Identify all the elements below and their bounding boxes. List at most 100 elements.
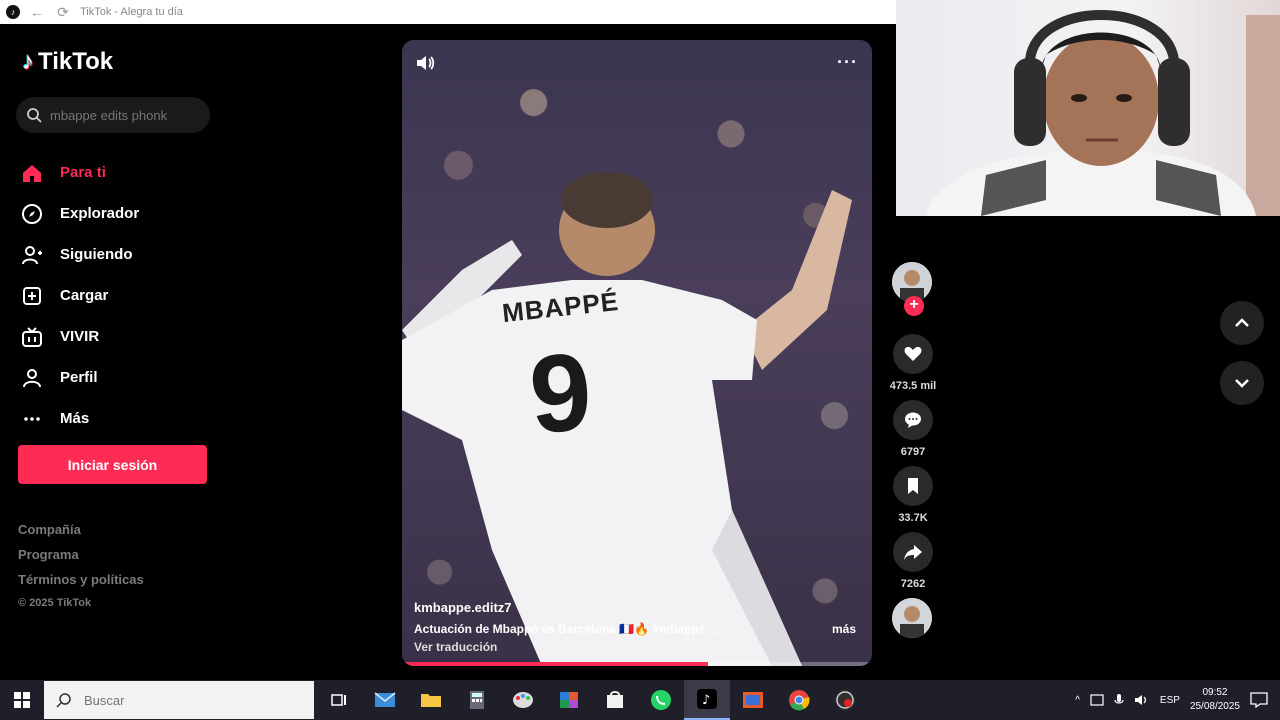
task-view-icon xyxy=(331,694,346,706)
webcam-person xyxy=(926,10,1280,216)
mail-icon xyxy=(374,692,396,707)
back-icon[interactable]: ← xyxy=(28,4,46,20)
taskbar-mail[interactable] xyxy=(362,680,408,720)
next-video-button[interactable] xyxy=(1220,361,1264,405)
login-button[interactable]: Iniciar sesión xyxy=(18,445,207,484)
taskbar-file-explorer[interactable] xyxy=(408,680,454,720)
footer-link-program[interactable]: Programa xyxy=(18,547,144,572)
tray-chevron-up-icon[interactable]: ^ xyxy=(1075,695,1080,706)
calculator-icon xyxy=(470,691,484,709)
footer-links: Compañía Programa Términos y políticas ©… xyxy=(18,522,144,615)
system-tray: ^ ESP 09:52 25/08/2025 xyxy=(1075,680,1280,720)
video-player[interactable]: MBAPPÉ 9 ··· kmbappe.editz7 Actuación de… xyxy=(402,40,872,666)
window-title: TikTok - Alegra tu día xyxy=(80,6,183,18)
comment-action[interactable]: 6797 xyxy=(888,400,938,458)
chevron-up-icon xyxy=(1235,318,1249,327)
sidebar-item-label: Siguiendo xyxy=(60,246,133,263)
office-icon xyxy=(560,692,578,708)
volume-icon[interactable] xyxy=(414,52,436,74)
sidebar-item-mas[interactable]: Más xyxy=(20,398,139,439)
footer-link-terms[interactable]: Términos y políticas xyxy=(18,572,144,597)
taskbar-chrome[interactable] xyxy=(776,680,822,720)
search-box[interactable] xyxy=(16,97,210,133)
notifications-icon[interactable] xyxy=(1250,692,1268,708)
photos-icon xyxy=(743,692,763,708)
whatsapp-icon xyxy=(651,690,671,710)
video-actions: + 473.5 mil 6797 33.7K 7262 xyxy=(888,262,938,638)
sidebar-item-cargar[interactable]: Cargar xyxy=(20,275,139,316)
video-caption-row: Actuación de Mbappé vs Barcelona 🇫🇷🔥 #mb… xyxy=(414,622,860,636)
clock-date: 25/08/2025 xyxy=(1189,701,1240,712)
clock-time: 09:52 xyxy=(1202,687,1228,698)
paint-icon xyxy=(513,692,533,708)
compass-icon xyxy=(20,202,44,226)
video-username[interactable]: kmbappe.editz7 xyxy=(414,600,860,615)
music-disc-avatar[interactable] xyxy=(892,598,932,638)
taskbar-tiktok[interactable]: ♪ xyxy=(684,680,730,720)
taskbar-store[interactable] xyxy=(592,680,638,720)
sidebar-nav: Para ti Explorador Siguiendo Cargar VIVI… xyxy=(20,152,139,439)
share-icon[interactable] xyxy=(893,532,933,572)
task-view-button[interactable] xyxy=(316,680,362,720)
live-icon xyxy=(20,325,44,349)
following-icon xyxy=(20,243,44,267)
previous-video-button[interactable] xyxy=(1220,301,1264,345)
taskbar-photos[interactable] xyxy=(730,680,776,720)
like-count: 473.5 mil xyxy=(889,380,937,392)
tablet-icon[interactable] xyxy=(1090,694,1104,706)
like-action[interactable]: 473.5 mil xyxy=(888,334,938,392)
sidebar-item-siguiendo[interactable]: Siguiendo xyxy=(20,234,139,275)
tiktok-app-icon: ♪ xyxy=(6,5,20,19)
tiktok-logo[interactable]: ♪ TikTok xyxy=(22,48,113,76)
tiktok-icon: ♪ xyxy=(697,689,717,709)
sidebar-item-label: Cargar xyxy=(60,287,109,304)
sidebar-item-para-ti[interactable]: Para ti xyxy=(20,152,139,193)
caption-more-button[interactable]: más xyxy=(832,622,856,636)
more-icon xyxy=(20,407,44,431)
sidebar-item-label: Explorador xyxy=(60,205,140,222)
comment-icon[interactable] xyxy=(893,400,933,440)
sidebar-item-perfil[interactable]: Perfil xyxy=(20,357,139,398)
video-progress-bar[interactable] xyxy=(402,662,872,666)
sidebar-item-label: VIVIR xyxy=(60,328,100,345)
footer-link-company[interactable]: Compañía xyxy=(18,522,144,547)
video-options-icon[interactable]: ··· xyxy=(837,52,858,73)
video-caption: Actuación de Mbappé vs Barcelona 🇫🇷🔥 #mb… xyxy=(414,622,719,636)
search-input[interactable] xyxy=(50,107,200,123)
taskbar-search[interactable] xyxy=(44,681,314,719)
profile-icon xyxy=(20,366,44,390)
obs-icon xyxy=(835,690,855,710)
taskbar-calculator[interactable] xyxy=(454,680,500,720)
windows-start-button[interactable] xyxy=(0,680,44,720)
taskbar-search-input[interactable] xyxy=(84,692,284,708)
sidebar-item-vivir[interactable]: VIVIR xyxy=(20,316,139,357)
heart-icon[interactable] xyxy=(893,334,933,374)
translate-link[interactable]: Ver traducción xyxy=(414,640,860,654)
save-action[interactable]: 33.7K xyxy=(888,466,938,524)
share-action[interactable]: 7262 xyxy=(888,532,938,590)
taskbar-paint[interactable] xyxy=(500,680,546,720)
refresh-icon[interactable]: ⟳ xyxy=(54,4,72,21)
folder-icon xyxy=(421,694,441,707)
sidebar-item-explorador[interactable]: Explorador xyxy=(20,193,139,234)
search-icon xyxy=(27,108,42,123)
taskbar-office[interactable] xyxy=(546,680,592,720)
sidebar-item-label: Para ti xyxy=(60,164,106,181)
taskbar-obs[interactable] xyxy=(822,680,868,720)
sidebar-item-label: Más xyxy=(60,410,90,427)
store-icon xyxy=(607,691,623,708)
tiktok-note-icon: ♪ xyxy=(22,48,34,75)
windows-logo-icon xyxy=(14,692,30,708)
follow-plus-button[interactable]: + xyxy=(904,296,924,316)
video-frame-player xyxy=(402,172,852,666)
bookmark-icon[interactable] xyxy=(893,466,933,506)
svg-text:♪: ♪ xyxy=(702,693,710,708)
video-info: kmbappe.editz7 Actuación de Mbappé vs Ba… xyxy=(414,600,860,654)
speaker-icon[interactable] xyxy=(1134,693,1150,707)
language-indicator[interactable]: ESP xyxy=(1160,695,1180,706)
microphone-icon[interactable] xyxy=(1114,693,1124,707)
taskbar-whatsapp[interactable] xyxy=(638,680,684,720)
search-icon xyxy=(56,693,71,708)
clock[interactable]: 09:52 25/08/2025 xyxy=(1190,686,1240,714)
comment-count: 6797 xyxy=(900,446,926,458)
